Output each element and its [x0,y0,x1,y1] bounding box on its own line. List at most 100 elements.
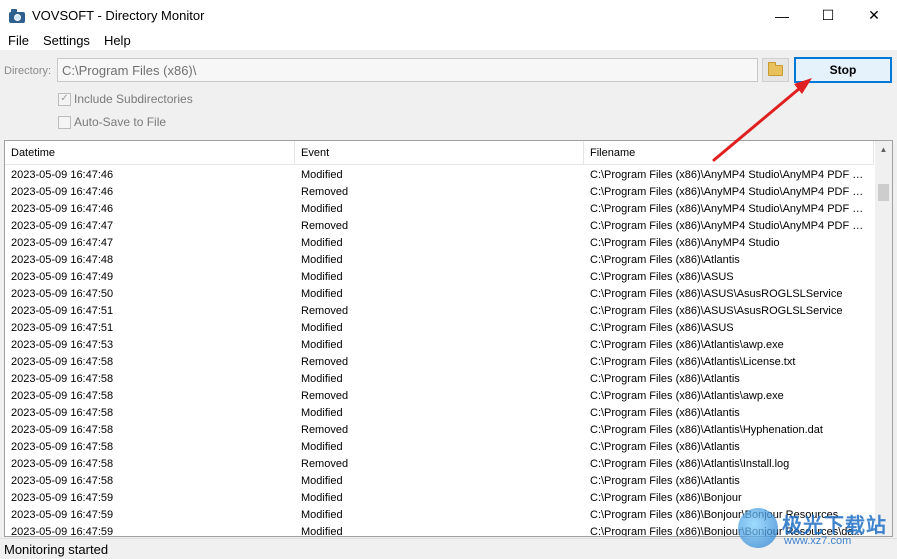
table-row[interactable]: 2023-05-09 16:47:58 Modified C:\Program Fi… [5,404,874,421]
directory-label: Directory: [4,65,52,77]
include-subdirectories-checkbox[interactable]: ✓ [58,92,71,106]
row-datetime: 2023-05-09 16:47:58 [11,406,114,419]
minimize-icon: — [775,7,789,24]
row-datetime: 2023-05-09 16:47:59 [11,491,114,504]
row-filename: C:\Program Files (x86)\ASUS [590,321,734,334]
row-datetime: 2023-05-09 16:47:46 [11,202,114,215]
table-row[interactable]: 2023-05-09 16:47:50 Modified C:\Program Fi… [5,285,874,302]
close-button[interactable]: ✕ [851,0,897,31]
row-filename: C:\Program Files (x86)\AnyMP4 Studio [590,236,780,249]
auto-save-option[interactable]: Auto-Save to File [58,115,166,129]
row-datetime: 2023-05-09 16:47:46 [11,168,114,181]
table-row[interactable]: 2023-05-09 16:47:58 Removed C:\Program Fil… [5,353,874,370]
column-filename[interactable]: Filename [584,141,874,165]
row-event: Modified [301,168,343,181]
table-row[interactable]: 2023-05-09 16:47:47 Removed C:\Program Fil… [5,217,874,234]
table-row[interactable]: 2023-05-09 16:47:53 Modified C:\Program Fi… [5,336,874,353]
row-event: Removed [301,389,349,402]
table-row[interactable]: 2023-05-09 16:47:58 Modified C:\Program Fi… [5,472,874,489]
list-rows: 2023-05-09 16:47:46 Modified C:\Program Fi… [5,166,874,537]
row-event: Removed [301,423,349,436]
row-datetime: 2023-05-09 16:47:46 [11,185,114,198]
directory-input[interactable] [57,58,758,82]
row-filename: C:\Program Files (x86)\Atlantis [590,372,740,385]
row-datetime: 2023-05-09 16:47:59 [11,525,114,537]
stop-button[interactable]: Stop [794,57,892,83]
row-event: Modified [301,338,343,351]
title-bar: VOVSOFT - Directory Monitor — ☐ ✕ [0,0,897,31]
row-event: Modified [301,440,343,453]
menu-bar: File Settings Help [0,31,897,50]
row-event: Modified [301,372,343,385]
table-row[interactable]: 2023-05-09 16:47:48 Modified C:\Program Fi… [5,251,874,268]
table-row[interactable]: 2023-05-09 16:47:46 Modified C:\Program Fi… [5,166,874,183]
row-filename: C:\Program Files (x86)\AnyMP4 Studio\Any… [590,168,870,181]
row-filename: C:\Program Files (x86)\Atlantis\awp.exe [590,389,784,402]
row-filename: C:\Program Files (x86)\Atlantis\Hyphenat… [590,423,823,436]
column-datetime[interactable]: Datetime [5,141,295,165]
row-event: Modified [301,491,343,504]
row-filename: C:\Program Files (x86)\ASUS [590,270,734,283]
row-datetime: 2023-05-09 16:47:58 [11,440,114,453]
vertical-scrollbar[interactable]: ▲ [875,141,892,536]
table-row[interactable]: 2023-05-09 16:47:46 Modified C:\Program Fi… [5,200,874,217]
scroll-up-icon[interactable]: ▲ [875,141,892,158]
row-datetime: 2023-05-09 16:47:58 [11,389,114,402]
row-filename: C:\Program Files (x86)\Atlantis [590,253,740,266]
row-event: Modified [301,270,343,283]
table-row[interactable]: 2023-05-09 16:47:59 Modified C:\Program Fi… [5,489,874,506]
row-event: Modified [301,202,343,215]
row-datetime: 2023-05-09 16:47:48 [11,253,114,266]
row-filename: C:\Program Files (x86)\Bonjour\Bonjour R… [590,508,839,521]
row-event: Modified [301,525,343,537]
row-event: Removed [301,304,349,317]
table-row[interactable]: 2023-05-09 16:47:51 Modified C:\Program Fi… [5,319,874,336]
row-filename: C:\Program Files (x86)\Atlantis\License.… [590,355,796,368]
status-text: Monitoring started [4,541,109,557]
auto-save-label: Auto-Save to File [74,115,167,129]
column-event[interactable]: Event [295,141,584,165]
menu-file[interactable]: File [2,33,35,48]
table-row[interactable]: 2023-05-09 16:47:58 Removed C:\Program Fil… [5,455,874,472]
row-datetime: 2023-05-09 16:47:59 [11,508,114,521]
main-panel: Directory: Stop ✓ Include Subdirectories… [0,50,897,559]
row-filename: C:\Program Files (x86)\Atlantis [590,474,740,487]
scrollbar-thumb[interactable] [878,184,889,201]
row-event: Modified [301,287,343,300]
row-filename: C:\Program Files (x86)\Atlantis\awp.exe [590,338,784,351]
row-datetime: 2023-05-09 16:47:58 [11,355,114,368]
row-datetime: 2023-05-09 16:47:58 [11,372,114,385]
table-row[interactable]: 2023-05-09 16:47:51 Removed C:\Program Fil… [5,302,874,319]
row-event: Modified [301,474,343,487]
table-row[interactable]: 2023-05-09 16:47:58 Removed C:\Program Fil… [5,387,874,404]
table-row[interactable]: 2023-05-09 16:47:58 Removed C:\Program Fil… [5,421,874,438]
row-datetime: 2023-05-09 16:47:47 [11,219,114,232]
include-subdirectories-option[interactable]: ✓ Include Subdirectories [58,92,193,106]
table-row[interactable]: 2023-05-09 16:47:59 Modified C:\Program Fi… [5,506,874,523]
table-row[interactable]: 2023-05-09 16:47:47 Modified C:\Program Fi… [5,234,874,251]
row-filename: C:\Program Files (x86)\Atlantis\Install.… [590,457,790,470]
table-row[interactable]: 2023-05-09 16:47:58 Modified C:\Program Fi… [5,438,874,455]
browse-folder-button[interactable] [762,58,789,82]
row-datetime: 2023-05-09 16:47:53 [11,338,114,351]
row-datetime: 2023-05-09 16:47:58 [11,457,114,470]
event-list[interactable]: Datetime Event Filename 2023-05-09 16:47… [4,140,893,537]
auto-save-checkbox[interactable] [58,115,71,129]
row-filename: C:\Program Files (x86)\AnyMP4 Studio\Any… [590,219,870,232]
include-subdirectories-label: Include Subdirectories [74,92,193,106]
minimize-button[interactable]: — [759,0,805,31]
row-filename: C:\Program Files (x86)\ASUS\AsusROGLSLSe… [590,287,843,300]
menu-help[interactable]: Help [98,33,137,48]
maximize-icon: ☐ [821,7,835,23]
table-row[interactable]: 2023-05-09 16:47:49 Modified C:\Program Fi… [5,268,874,285]
row-event: Removed [301,219,349,232]
maximize-button[interactable]: ☐ [805,0,851,31]
row-event: Removed [301,355,349,368]
row-datetime: 2023-05-09 16:47:51 [11,321,114,334]
menu-settings[interactable]: Settings [37,33,96,48]
row-filename: C:\Program Files (x86)\AnyMP4 Studio\Any… [590,202,870,215]
row-filename: C:\Program Files (x86)\ASUS\AsusROGLSLSe… [590,304,843,317]
table-row[interactable]: 2023-05-09 16:47:58 Modified C:\Program Fi… [5,370,874,387]
table-row[interactable]: 2023-05-09 16:47:46 Removed C:\Program Fil… [5,183,874,200]
table-row[interactable]: 2023-05-09 16:47:59 Modified C:\Program Fi… [5,523,874,537]
